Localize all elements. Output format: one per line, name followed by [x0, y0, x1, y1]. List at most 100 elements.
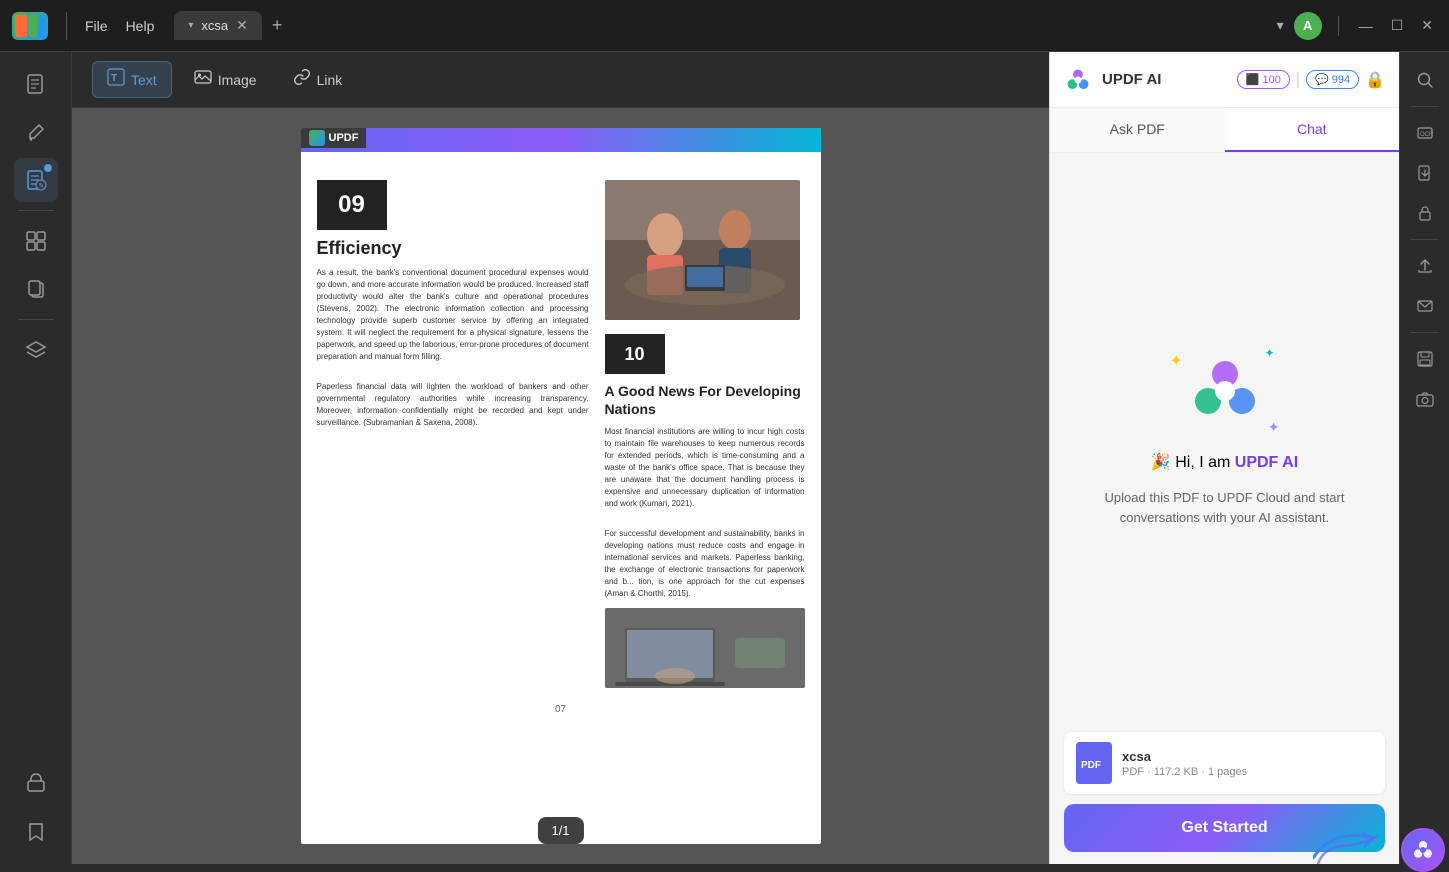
- credit-badge-purple: ⬛ 100: [1237, 70, 1290, 89]
- get-started-container: Get Started: [1064, 804, 1385, 852]
- file-menu[interactable]: File: [85, 18, 108, 34]
- pdf-logo-text: UPDF: [329, 132, 359, 144]
- sidebar-bottom: [14, 762, 58, 854]
- title-bar: File Help ▾ xcsa ✕ + ▾ A — ☐ ✕: [0, 0, 1449, 52]
- section1-body: As a result, the bank's conventional doc…: [317, 267, 589, 363]
- section1-num-box: 09: [317, 180, 387, 230]
- ai-greeting: 🎉 Hi, I am UPDF AI: [1151, 452, 1298, 472]
- get-started-button[interactable]: Get Started: [1064, 804, 1385, 852]
- tab-area: ▾ xcsa ✕ +: [174, 11, 282, 40]
- sidebar-icon-edit[interactable]: ✎: [14, 158, 58, 202]
- pdf-logo-icon: [309, 130, 325, 146]
- ai-panel: UPDF AI ⬛ 100 | 💬 994 🔒 Ask PDF Chat: [1049, 52, 1399, 864]
- ai-credits: ⬛ 100 | 💬 994 🔒: [1237, 70, 1385, 90]
- tab-label: xcsa: [201, 18, 228, 33]
- lock-icon[interactable]: 🔒: [1365, 70, 1385, 90]
- app-logo: [12, 12, 48, 40]
- section1-body2: Paperless financial data will lighten th…: [317, 381, 589, 429]
- greeting-brand: UPDF AI: [1235, 454, 1298, 471]
- svg-text:✎: ✎: [38, 183, 44, 190]
- title-bar-right: ▾ A — ☐ ✕: [1277, 12, 1437, 40]
- rs-share-icon[interactable]: [1407, 248, 1443, 284]
- section2-num-box: 10: [605, 334, 665, 374]
- credit-badge-blue: 💬 994: [1306, 70, 1359, 89]
- credit-purple-icon: ⬛: [1246, 73, 1260, 86]
- menu-bar: File Help: [85, 18, 154, 34]
- image-icon: [194, 68, 212, 91]
- ai-description: Upload this PDF to UPDF Cloud and start …: [1070, 488, 1379, 527]
- avatar[interactable]: A: [1294, 12, 1322, 40]
- pdf-viewer[interactable]: UPDF 09 Efficiency As a result, the bank…: [72, 108, 1049, 864]
- svg-text:PDF: PDF: [1081, 760, 1101, 771]
- dropdown-icon[interactable]: ▾: [1277, 17, 1284, 34]
- sidebar-icon-stacks[interactable]: [14, 762, 58, 806]
- chat-tab[interactable]: Chat: [1225, 108, 1400, 152]
- pdf-image-inner-1: [605, 180, 800, 320]
- ai-sparkle-area: ✦ ✦ ✦: [1165, 346, 1285, 436]
- ask-pdf-tab[interactable]: Ask PDF: [1050, 108, 1225, 152]
- credit-purple-value: 100: [1263, 74, 1281, 86]
- link-icon: [293, 68, 311, 91]
- ai-header: UPDF AI ⬛ 100 | 💬 994 🔒: [1050, 52, 1399, 108]
- rs-camera-icon[interactable]: [1407, 381, 1443, 417]
- ai-flower-icon: [1190, 356, 1260, 426]
- tab-close-icon[interactable]: ✕: [236, 17, 248, 34]
- rs-divider-1: [1411, 106, 1439, 107]
- rs-extract-icon[interactable]: [1407, 155, 1443, 191]
- get-started-label: Get Started: [1181, 819, 1267, 837]
- section2-title: A Good News For Developing Nations: [605, 382, 805, 418]
- rs-lock-icon[interactable]: [1407, 195, 1443, 231]
- ai-panel-title: UPDF AI: [1102, 71, 1161, 88]
- sidebar-icon-copy[interactable]: [14, 267, 58, 311]
- pdf-image-2: [605, 608, 805, 688]
- tab-dropdown-icon: ▾: [188, 20, 193, 31]
- sparkle-1-icon: ✦: [1170, 351, 1183, 371]
- rs-divider-3: [1411, 332, 1439, 333]
- ai-footer: PDF xcsa PDF · 117.2 KB · 1 pages Get St…: [1050, 720, 1399, 864]
- credit-blue-value: 994: [1332, 74, 1350, 86]
- rs-divider-2: [1411, 239, 1439, 240]
- left-sidebar: ✎: [0, 52, 72, 864]
- section2-body: Most financial institutions are willing …: [605, 426, 805, 510]
- rs-save-icon[interactable]: [1407, 341, 1443, 377]
- sidebar-icon-pages[interactable]: [14, 62, 58, 106]
- minimize-button[interactable]: —: [1355, 18, 1377, 34]
- center-area: T Text Image: [72, 52, 1049, 864]
- sidebar-icon-bookmark[interactable]: [14, 810, 58, 854]
- sidebar-icon-brush[interactable]: [14, 110, 58, 154]
- help-menu[interactable]: Help: [126, 18, 155, 34]
- sparkle-3-icon: ✦: [1268, 419, 1280, 436]
- ai-floating-button[interactable]: [1401, 828, 1445, 872]
- sparkle-2-icon: ✦: [1264, 346, 1274, 360]
- rs-ocr-icon[interactable]: OCR: [1407, 115, 1443, 151]
- logo-icon: [12, 12, 48, 40]
- section1-title: Efficiency: [317, 238, 589, 259]
- divider: [66, 12, 67, 40]
- pdf-info-text: xcsa PDF · 117.2 KB · 1 pages: [1122, 749, 1373, 778]
- text-icon: T: [107, 68, 125, 91]
- link-tool-label: Link: [317, 72, 343, 88]
- pdf-updf-logo: UPDF: [301, 128, 367, 148]
- greeting-text: Hi, I am: [1175, 454, 1235, 471]
- tab-xcsa[interactable]: ▾ xcsa ✕: [174, 11, 262, 40]
- pdf-info-card: PDF xcsa PDF · 117.2 KB · 1 pages: [1064, 732, 1385, 794]
- rs-mail-icon[interactable]: [1407, 288, 1443, 324]
- text-tool-button[interactable]: T Text: [92, 61, 172, 98]
- main-layout: ✎: [0, 52, 1449, 864]
- svg-text:OCR: OCR: [1420, 132, 1434, 138]
- pdf-image-1: [605, 180, 800, 320]
- maximize-button[interactable]: ☐: [1387, 17, 1408, 34]
- sidebar-divider-2: [18, 319, 54, 320]
- image-tool-button[interactable]: Image: [180, 62, 271, 97]
- add-tab-button[interactable]: +: [272, 15, 283, 36]
- ai-tabs: Ask PDF Chat: [1050, 108, 1399, 153]
- credit-blue-icon: 💬: [1315, 73, 1329, 86]
- pdf-file-icon: PDF: [1076, 742, 1112, 784]
- sidebar-icon-layout[interactable]: [14, 219, 58, 263]
- window-close-button[interactable]: ✕: [1417, 17, 1437, 34]
- link-tool-button[interactable]: Link: [279, 62, 357, 97]
- pdf-banner: [301, 128, 821, 152]
- rs-search-icon[interactable]: [1407, 62, 1443, 98]
- pdf-metadata: PDF · 117.2 KB · 1 pages: [1122, 766, 1373, 778]
- sidebar-icon-layers[interactable]: [14, 328, 58, 372]
